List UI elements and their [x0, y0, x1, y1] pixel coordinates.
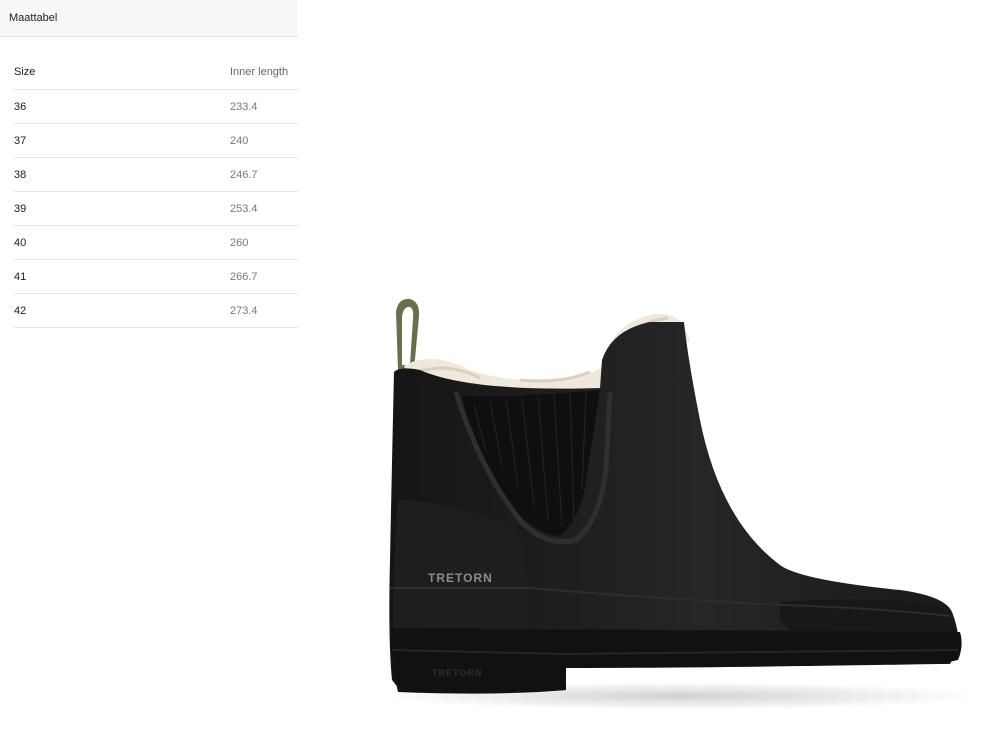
table-row: 41 266.7	[14, 259, 298, 294]
table-row: 42 273.4	[14, 293, 298, 328]
size-cell: 41	[14, 259, 230, 294]
size-chart-panel: Maattabel Size Inner length 36 233.4 37 …	[0, 0, 298, 328]
inner-length-cell: 246.7	[230, 157, 298, 192]
size-cell: 37	[14, 123, 230, 158]
inner-length-cell: 266.7	[230, 259, 298, 294]
size-cell: 38	[14, 157, 230, 192]
product-image: TRETORN TRETORN	[380, 298, 980, 710]
size-cell: 36	[14, 89, 230, 124]
table-row: 39 253.4	[14, 191, 298, 226]
table-header-row: Size Inner length	[14, 55, 298, 90]
table-row: 40 260	[14, 225, 298, 260]
inner-length-cell: 273.4	[230, 293, 298, 328]
table-row: 37 240	[14, 123, 298, 158]
inner-length-cell: 240	[230, 123, 298, 158]
inner-length-cell: 233.4	[230, 89, 298, 124]
size-cell: 40	[14, 225, 230, 260]
size-table: Size Inner length 36 233.4 37 240 38 246…	[14, 55, 298, 328]
table-row: 38 246.7	[14, 157, 298, 192]
inner-length-cell: 253.4	[230, 191, 298, 226]
inner-length-column-header: Inner length	[230, 55, 298, 90]
panel-title: Maattabel	[9, 12, 58, 24]
inner-length-cell: 260	[230, 225, 298, 260]
size-cell: 42	[14, 293, 230, 328]
size-column-header: Size	[14, 55, 230, 90]
brand-logo: TRETORN	[428, 571, 493, 585]
size-cell: 39	[14, 191, 230, 226]
panel-header: Maattabel	[0, 0, 298, 37]
table-row: 36 233.4	[14, 89, 298, 124]
heel-brand-emboss: TRETORN	[432, 668, 482, 678]
